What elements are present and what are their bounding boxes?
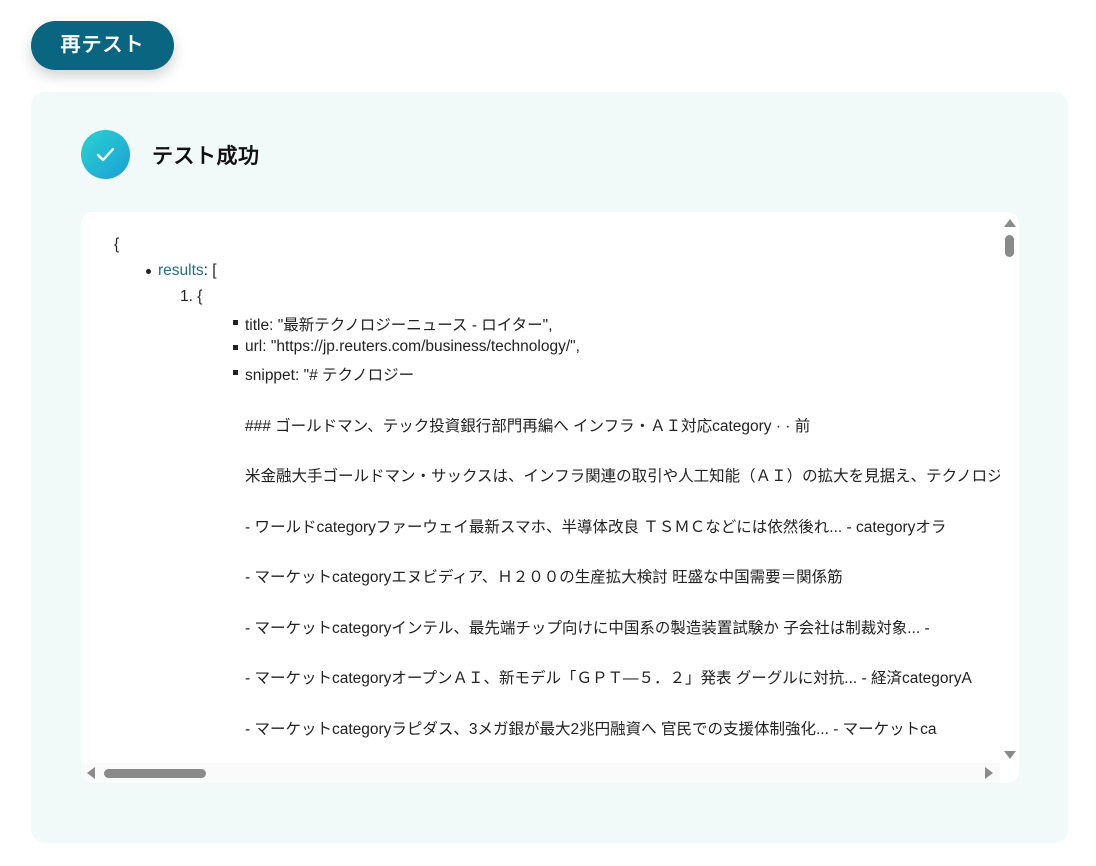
snippet-text-line: - マーケットcategoryインテル、最先端チップ向けに中国系の製造装置試験か… xyxy=(245,620,930,637)
snippet-line: snippet: "# テクノロジー xyxy=(245,367,415,384)
horizontal-scrollbar[interactable] xyxy=(81,763,1000,783)
json-open-brace: { xyxy=(114,236,120,253)
json-content: { results: [ 1. { title: "最新テクノロジーニュース -… xyxy=(81,212,1000,763)
title-line: title: "最新テクノロジーニュース - ロイター", xyxy=(245,317,553,334)
title-bullet xyxy=(233,320,238,325)
results-key[interactable]: results xyxy=(158,262,204,279)
scroll-down-arrow-icon[interactable] xyxy=(1004,751,1016,759)
horizontal-scroll-thumb[interactable] xyxy=(104,769,206,778)
scroll-right-arrow-icon[interactable] xyxy=(985,767,993,779)
url-line: url: "https://jp.reuters.com/business/te… xyxy=(245,338,580,355)
snippet-text-line: 米金融大手ゴールドマン・サックスは、インフラ関連の取引や人工知能（ＡＩ）の拡大を… xyxy=(245,468,1000,485)
scroll-left-arrow-icon[interactable] xyxy=(87,767,95,779)
item-index: 1. { xyxy=(180,288,203,305)
json-viewer[interactable]: { results: [ 1. { title: "最新テクノロジーニュース -… xyxy=(81,212,1019,783)
scroll-up-arrow-icon[interactable] xyxy=(1004,219,1016,227)
status-title: テスト成功 xyxy=(152,145,260,168)
snippet-text-line: ### ゴールドマン、テック投資銀行部門再編へ インフラ・ＡＩ対応categor… xyxy=(245,418,811,435)
snippet-text-line: - マーケットcategoryオープンＡＩ、新モデル「ＧＰＴ―５．２」発表 グー… xyxy=(245,670,972,687)
results-bullet xyxy=(146,269,151,274)
results-open: : [ xyxy=(203,262,217,279)
retest-button[interactable]: 再テスト xyxy=(31,21,174,70)
vertical-scrollbar[interactable] xyxy=(1000,212,1019,763)
snippet-text-line: - マーケットcategoryエヌビディア、Ｈ２００の生産拡大検討 旺盛な中国需… xyxy=(245,569,843,586)
snippet-text-line: - マーケットcategoryラピダス、3メガ銀が最大2兆円融資へ 官民での支援… xyxy=(245,721,937,738)
vertical-scroll-thumb[interactable] xyxy=(1005,235,1014,257)
snippet-bullet xyxy=(233,370,238,375)
results-line: results: [ xyxy=(158,262,217,280)
url-bullet xyxy=(233,345,238,350)
check-icon xyxy=(81,130,130,179)
snippet-text-line: - ワールドcategoryファーウェイ最新スマホ、半導体改良 ＴＳＭＣなどには… xyxy=(245,519,947,536)
